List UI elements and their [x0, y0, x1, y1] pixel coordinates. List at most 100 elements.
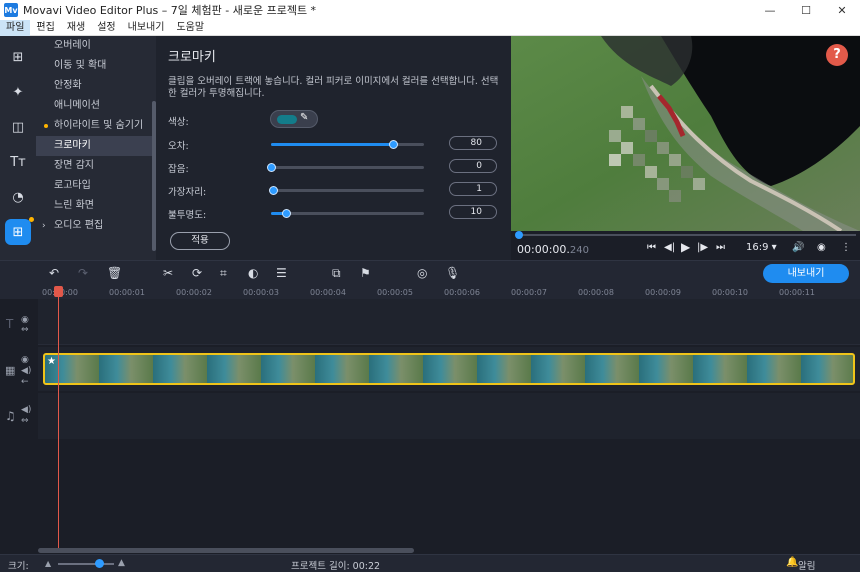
submenu-item-slow-motion[interactable]: 느린 화면 — [36, 196, 156, 216]
apply-button[interactable]: 적용 — [170, 232, 230, 250]
link-icon[interactable]: ⇔ — [21, 325, 29, 335]
zoom-slider[interactable] — [58, 563, 114, 565]
submenu-item-pan-zoom[interactable]: 이동 및 확대 — [36, 56, 156, 76]
zoom-out-icon[interactable]: ▲ — [45, 559, 51, 568]
submenu-item-chroma-key[interactable]: 크로마키 — [36, 136, 156, 156]
notifications-link[interactable]: 알림 — [798, 558, 815, 572]
undo-icon[interactable]: ↶ — [49, 266, 59, 280]
volume-icon[interactable]: ◀) — [21, 366, 31, 376]
seek-handle[interactable] — [515, 231, 523, 239]
menu-edit[interactable]: 편집 — [30, 20, 60, 36]
aspect-ratio-select[interactable]: 16:9 ▾ — [746, 242, 777, 253]
link-icon[interactable]: ⇔ — [21, 416, 29, 426]
timeline[interactable]: ★ — [38, 299, 860, 547]
more-options-icon[interactable]: ⋮ — [841, 242, 851, 253]
menu-playback[interactable]: 재생 — [61, 20, 91, 36]
minimize-button[interactable]: — — [752, 0, 788, 20]
slider-handle[interactable] — [268, 186, 278, 195]
menu-bar: 파일 편집 재생 설정 내보내기 도움말 — [0, 19, 860, 36]
opacity-slider[interactable] — [271, 209, 424, 218]
menu-settings[interactable]: 설정 — [91, 20, 121, 36]
slider-handle[interactable] — [389, 140, 399, 149]
playhead[interactable] — [58, 289, 59, 552]
slider-handle[interactable] — [267, 163, 276, 172]
edges-value-field[interactable]: 1 — [449, 182, 497, 196]
color-picker[interactable]: ✎ — [270, 110, 318, 128]
noise-value-field[interactable]: 0 — [449, 159, 497, 173]
cut-icon[interactable]: ✂ — [163, 266, 173, 280]
submenu-item-scene-detection[interactable]: 장면 감지 — [36, 156, 156, 176]
crop-icon[interactable]: ⌗ — [220, 266, 227, 281]
player-controls: 00:00:00.240 ⏮ ◀| ▶ |▶ ⏭ 16:9 ▾ 🔊 ◉ ⋮ — [511, 231, 860, 260]
audio-track[interactable] — [38, 393, 860, 439]
video-clip[interactable]: ★ — [43, 353, 855, 385]
close-button[interactable]: ✕ — [824, 0, 860, 20]
transitions-icon[interactable]: ◫ — [5, 114, 31, 140]
rotate-icon[interactable]: ⟳ — [192, 266, 202, 280]
star-icon: ★ — [47, 356, 56, 367]
ruler-tick: 00:00:05 — [377, 288, 413, 297]
marker-icon[interactable]: ⚑ — [360, 266, 371, 280]
video-track[interactable]: ★ — [38, 347, 860, 391]
delete-icon[interactable]: 🗑 — [107, 266, 122, 280]
menu-export[interactable]: 내보내기 — [122, 20, 171, 36]
volume-icon[interactable]: ◀) — [21, 405, 31, 415]
timeline-toolbar: ↶ ↷ 🗑 ✂ ⟳ ⌗ ◐ ☰ ⧉ ⚑ ◎ 🎙 내보내기 — [0, 260, 860, 285]
filters-icon[interactable]: ◔ — [5, 184, 31, 210]
magic-wand-icon[interactable]: ✦ — [5, 79, 31, 105]
project-length: 프로젝트 길이: 00:22 — [291, 561, 381, 572]
timeline-ruler[interactable]: 00:00:00 00:00:01 00:00:02 00:00:03 00:0… — [0, 285, 860, 299]
export-button[interactable]: 내보내기 — [763, 264, 849, 283]
text-track-icon: T — [6, 317, 14, 331]
submenu-item-highlight-conceal[interactable]: 하이라이트 및 숨기기 — [36, 116, 156, 136]
video-preview[interactable]: ? — [511, 36, 860, 231]
zoom-in-icon[interactable]: ▲ — [118, 558, 125, 568]
opacity-value-field[interactable]: 10 — [449, 205, 497, 219]
bell-icon[interactable]: 🔔 — [786, 557, 798, 568]
eye-icon[interactable]: ◉ — [21, 355, 29, 365]
menu-file[interactable]: 파일 — [0, 19, 31, 36]
titles-icon[interactable]: Tт — [5, 149, 31, 175]
edges-slider[interactable] — [268, 186, 424, 195]
previous-frame-icon[interactable]: ◀| — [664, 242, 675, 253]
tolerance-value-field[interactable]: 80 — [449, 136, 497, 150]
eye-icon[interactable]: ◉ — [21, 315, 29, 325]
overlay-icon[interactable]: ⧉ — [332, 266, 341, 281]
next-frame-icon[interactable]: |▶ — [697, 242, 708, 253]
text-track[interactable] — [38, 299, 860, 345]
audio-track-icon: ♫ — [5, 409, 16, 423]
link-icon[interactable]: ← — [21, 377, 29, 387]
volume-icon[interactable]: 🔊 — [792, 242, 804, 253]
more-tools-icon[interactable]: ⊞ — [5, 217, 34, 245]
skip-start-icon[interactable]: ⏮ — [647, 242, 656, 253]
timeline-scrollbar[interactable] — [38, 548, 414, 553]
submenu-item-audio-editing[interactable]: › 오디오 편집 — [36, 216, 156, 236]
maximize-button[interactable]: ☐ — [788, 0, 824, 20]
import-icon[interactable]: ⊞ — [5, 44, 31, 70]
clip-properties-icon[interactable]: ☰ — [276, 266, 287, 280]
record-icon[interactable]: ◎ — [417, 266, 427, 280]
skip-end-icon[interactable]: ⏭ — [716, 242, 725, 253]
help-button[interactable]: ? — [826, 44, 848, 66]
title-bar: Mv Movavi Video Editor Plus – 7일 체험판 - 새… — [0, 0, 860, 20]
panel-description: 클립을 오버레이 트랙에 놓습니다. 컬러 피커로 이미지에서 컬러를 선택합니… — [168, 76, 499, 99]
ruler-tick: 00:00:11 — [779, 288, 815, 297]
noise-slider[interactable] — [267, 163, 424, 172]
menu-help[interactable]: 도움말 — [170, 20, 210, 36]
eyedropper-icon[interactable]: ✎ — [300, 112, 308, 123]
snapshot-icon[interactable]: ◉ — [817, 242, 826, 253]
microphone-icon[interactable]: 🎙 — [445, 266, 460, 280]
submenu-item-logo[interactable]: 로고타입 — [36, 176, 156, 196]
zoom-handle[interactable] — [95, 559, 104, 568]
zoom-label: 크기: — [8, 561, 29, 572]
redo-icon[interactable]: ↷ — [78, 266, 88, 280]
play-icon[interactable]: ▶ — [681, 240, 690, 254]
submenu-item-animation[interactable]: 애니메이션 — [36, 96, 156, 116]
color-adjust-icon[interactable]: ◐ — [248, 266, 258, 280]
tolerance-slider[interactable] — [271, 140, 424, 149]
submenu-item-overlay[interactable]: 오버레이 — [36, 36, 156, 56]
slider-handle[interactable] — [282, 209, 292, 218]
seek-bar[interactable] — [516, 234, 856, 236]
ruler-tick: 00:00:02 — [176, 288, 212, 297]
submenu-item-stabilization[interactable]: 안정화 — [36, 76, 156, 96]
